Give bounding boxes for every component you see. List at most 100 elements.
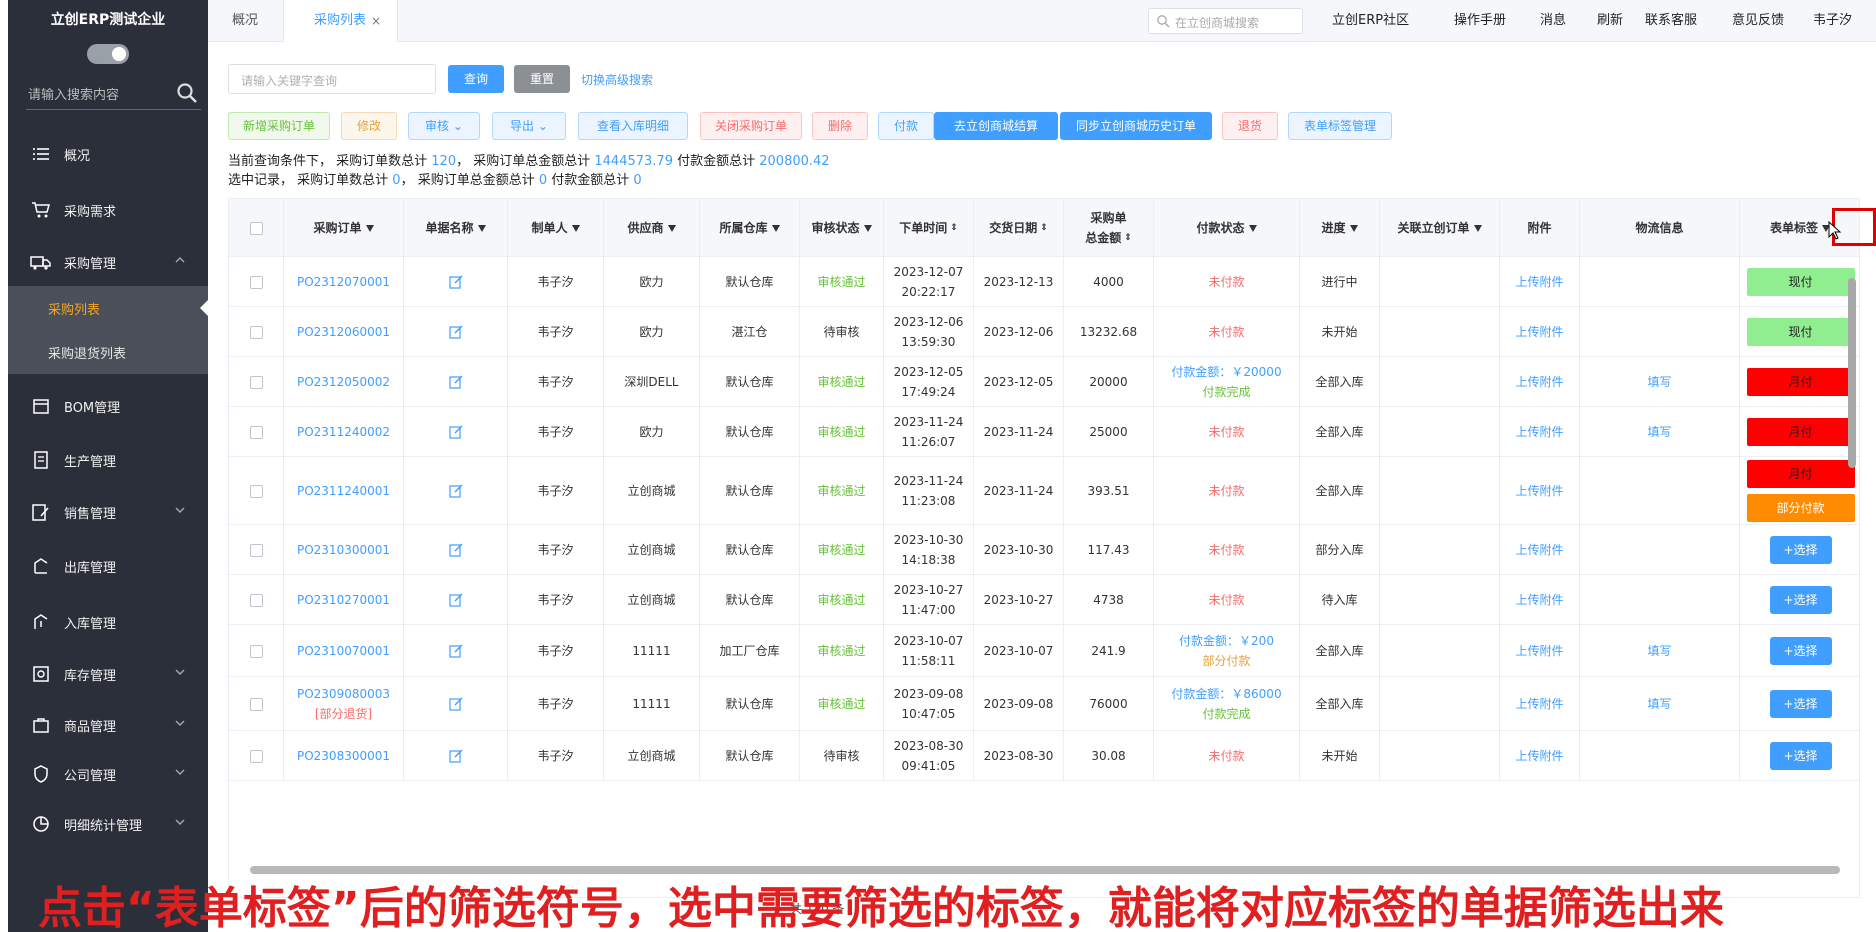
messages-link[interactable]: 消息	[1540, 0, 1566, 42]
form-tag[interactable]: 月付	[1746, 418, 1855, 446]
order-link[interactable]: PO2312050002	[297, 372, 390, 392]
row-checkbox[interactable]	[249, 644, 263, 658]
form-tag[interactable]: 部分付款	[1746, 494, 1855, 522]
filter-icon[interactable]	[571, 225, 580, 232]
upload-attachment-link[interactable]: 上传附件	[1515, 694, 1563, 714]
table-row[interactable]: PO2312070001 韦子汐 欧力 默认仓库 审核通过 2023-12-07 20:22…	[229, 257, 1859, 307]
order-link[interactable]: PO2310300001	[297, 540, 390, 560]
table-row[interactable]: PO2310070001 韦子汐 11111 加工厂仓库 审核通过 2023-10-07 1…	[229, 625, 1859, 677]
order-link[interactable]: PO2310070001	[297, 641, 390, 661]
table-row[interactable]: PO2312060001 韦子汐 欧力 湛江仓 待审核 2023-12-06 13:59:3…	[229, 307, 1859, 357]
row-checkbox[interactable]	[249, 484, 263, 498]
table-row[interactable]: PO2308300001 韦子汐 立创商城 默认仓库 待审核 2023-08-30 09:4…	[229, 731, 1859, 781]
theme-toggle[interactable]	[87, 44, 129, 64]
sort-icon[interactable]: ⇕	[950, 218, 958, 238]
advanced-search-link[interactable]: 切换高级搜索	[581, 71, 653, 88]
form-tag[interactable]: 现付	[1746, 268, 1855, 296]
edit-icon[interactable]	[448, 275, 463, 289]
edit-icon[interactable]	[448, 644, 463, 658]
order-link[interactable]: PO2312060001	[297, 322, 390, 342]
pay-button[interactable]: 付款	[878, 112, 934, 140]
vertical-scrollbar[interactable]	[1848, 278, 1856, 468]
sidebar-item-overview[interactable]: 概况	[8, 132, 208, 176]
form-tag[interactable]: 月付	[1746, 460, 1855, 488]
sidebar-search[interactable]: 请输入搜索内容	[26, 78, 201, 110]
sidebar-subitem-purchase-list[interactable]: 采购列表	[8, 286, 208, 330]
delete-button[interactable]: 删除	[812, 112, 868, 140]
order-link[interactable]: PO2309080003	[297, 684, 390, 704]
select-tag-button[interactable]: +选择	[1769, 742, 1832, 770]
keyword-input[interactable]: 请输入关键字查询	[228, 64, 436, 94]
sidebar-item-inbound[interactable]: 入库管理	[8, 600, 208, 644]
filter-icon[interactable]	[477, 225, 486, 232]
row-checkbox[interactable]	[249, 543, 263, 557]
upload-attachment-link[interactable]: 上传附件	[1515, 641, 1563, 661]
edit-icon[interactable]	[448, 593, 463, 607]
form-tag[interactable]: 月付	[1746, 368, 1855, 396]
close-order-button[interactable]: 关闭采购订单	[700, 112, 802, 140]
sidebar-item-products[interactable]: 商品管理	[8, 703, 208, 747]
order-link[interactable]: PO2310270001	[297, 590, 390, 610]
filter-icon[interactable]	[863, 225, 872, 232]
edit-icon[interactable]	[448, 697, 463, 711]
sidebar-item-company[interactable]: 公司管理	[8, 752, 208, 796]
close-icon[interactable]: ×	[371, 0, 381, 42]
row-checkbox[interactable]	[249, 593, 263, 607]
reset-button[interactable]: 重置	[514, 65, 570, 93]
row-checkbox[interactable]	[249, 697, 263, 711]
select-tag-button[interactable]: +选择	[1769, 586, 1832, 614]
upload-attachment-link[interactable]: 上传附件	[1515, 540, 1563, 560]
edit-icon[interactable]	[448, 425, 463, 439]
logistics-fill-link[interactable]: 填写	[1647, 694, 1671, 714]
feedback-link[interactable]: 意见反馈	[1732, 0, 1784, 42]
row-checkbox[interactable]	[249, 325, 263, 339]
search-icon[interactable]	[175, 81, 199, 105]
support-link[interactable]: 联系客服	[1645, 0, 1697, 42]
sidebar-subitem-purchase-return[interactable]: 采购退货列表	[8, 330, 208, 374]
select-tag-button[interactable]: +选择	[1769, 637, 1832, 665]
select-tag-button[interactable]: +选择	[1769, 536, 1832, 564]
edit-icon[interactable]	[448, 325, 463, 339]
row-checkbox[interactable]	[249, 275, 263, 289]
table-row[interactable]: PO2310300001 韦子汐 立创商城 默认仓库 审核通过 2023-10-30 14:…	[229, 525, 1859, 575]
row-checkbox[interactable]	[249, 749, 263, 763]
logistics-fill-link[interactable]: 填写	[1647, 422, 1671, 442]
export-dropdown[interactable]: 导出 ⌄	[492, 112, 566, 140]
sidebar-item-outbound[interactable]: 出库管理	[8, 544, 208, 588]
upload-attachment-link[interactable]: 上传附件	[1515, 422, 1563, 442]
manual-link[interactable]: 操作手册	[1454, 0, 1506, 42]
upload-attachment-link[interactable]: 上传附件	[1515, 590, 1563, 610]
filter-icon[interactable]	[365, 225, 374, 232]
order-link[interactable]: PO2311240002	[297, 422, 390, 442]
table-row[interactable]: PO2310270001 韦子汐 立创商城 默认仓库 审核通过 2023-10-27 11:…	[229, 575, 1859, 625]
new-order-button[interactable]: 新增采购订单	[228, 112, 330, 140]
filter-icon[interactable]	[1248, 225, 1257, 232]
tab-purchase-list[interactable]: 采购列表 ×	[283, 0, 398, 42]
refresh-link[interactable]: 刷新	[1597, 0, 1623, 42]
form-tag[interactable]: 现付	[1746, 318, 1855, 346]
row-checkbox[interactable]	[249, 425, 263, 439]
row-checkbox[interactable]	[249, 375, 263, 389]
upload-attachment-link[interactable]: 上传附件	[1515, 272, 1563, 292]
sidebar-item-sales[interactable]: 销售管理	[8, 490, 208, 534]
mall-search-input[interactable]: 在立创商城搜索	[1148, 8, 1303, 34]
filter-icon[interactable]	[1473, 225, 1482, 232]
tab-overview[interactable]: 概况	[232, 0, 258, 42]
edit-icon[interactable]	[448, 484, 463, 498]
tag-manage-button[interactable]: 表单标签管理	[1288, 112, 1392, 140]
sidebar-item-bom[interactable]: BOM管理	[8, 384, 208, 428]
order-link[interactable]: PO2312070001	[297, 272, 390, 292]
sidebar-item-inventory[interactable]: 库存管理	[8, 652, 208, 696]
filter-icon[interactable]	[667, 225, 676, 232]
sort-icon[interactable]: ⇕	[1124, 228, 1132, 248]
order-link[interactable]: PO2311240001	[297, 481, 390, 501]
upload-attachment-link[interactable]: 上传附件	[1515, 746, 1563, 766]
edit-button[interactable]: 修改	[341, 112, 397, 140]
select-all-checkbox[interactable]	[229, 199, 284, 257]
select-tag-button[interactable]: +选择	[1769, 690, 1832, 718]
table-row[interactable]: PO2311240002 韦子汐 欧力 默认仓库 审核通过 2023-11-24 11:26…	[229, 407, 1859, 457]
view-inbound-button[interactable]: 查看入库明细	[578, 112, 688, 140]
checkbox[interactable]	[249, 221, 263, 235]
user-name[interactable]: 韦子汐	[1813, 0, 1852, 42]
order-link[interactable]: PO2308300001	[297, 746, 390, 766]
